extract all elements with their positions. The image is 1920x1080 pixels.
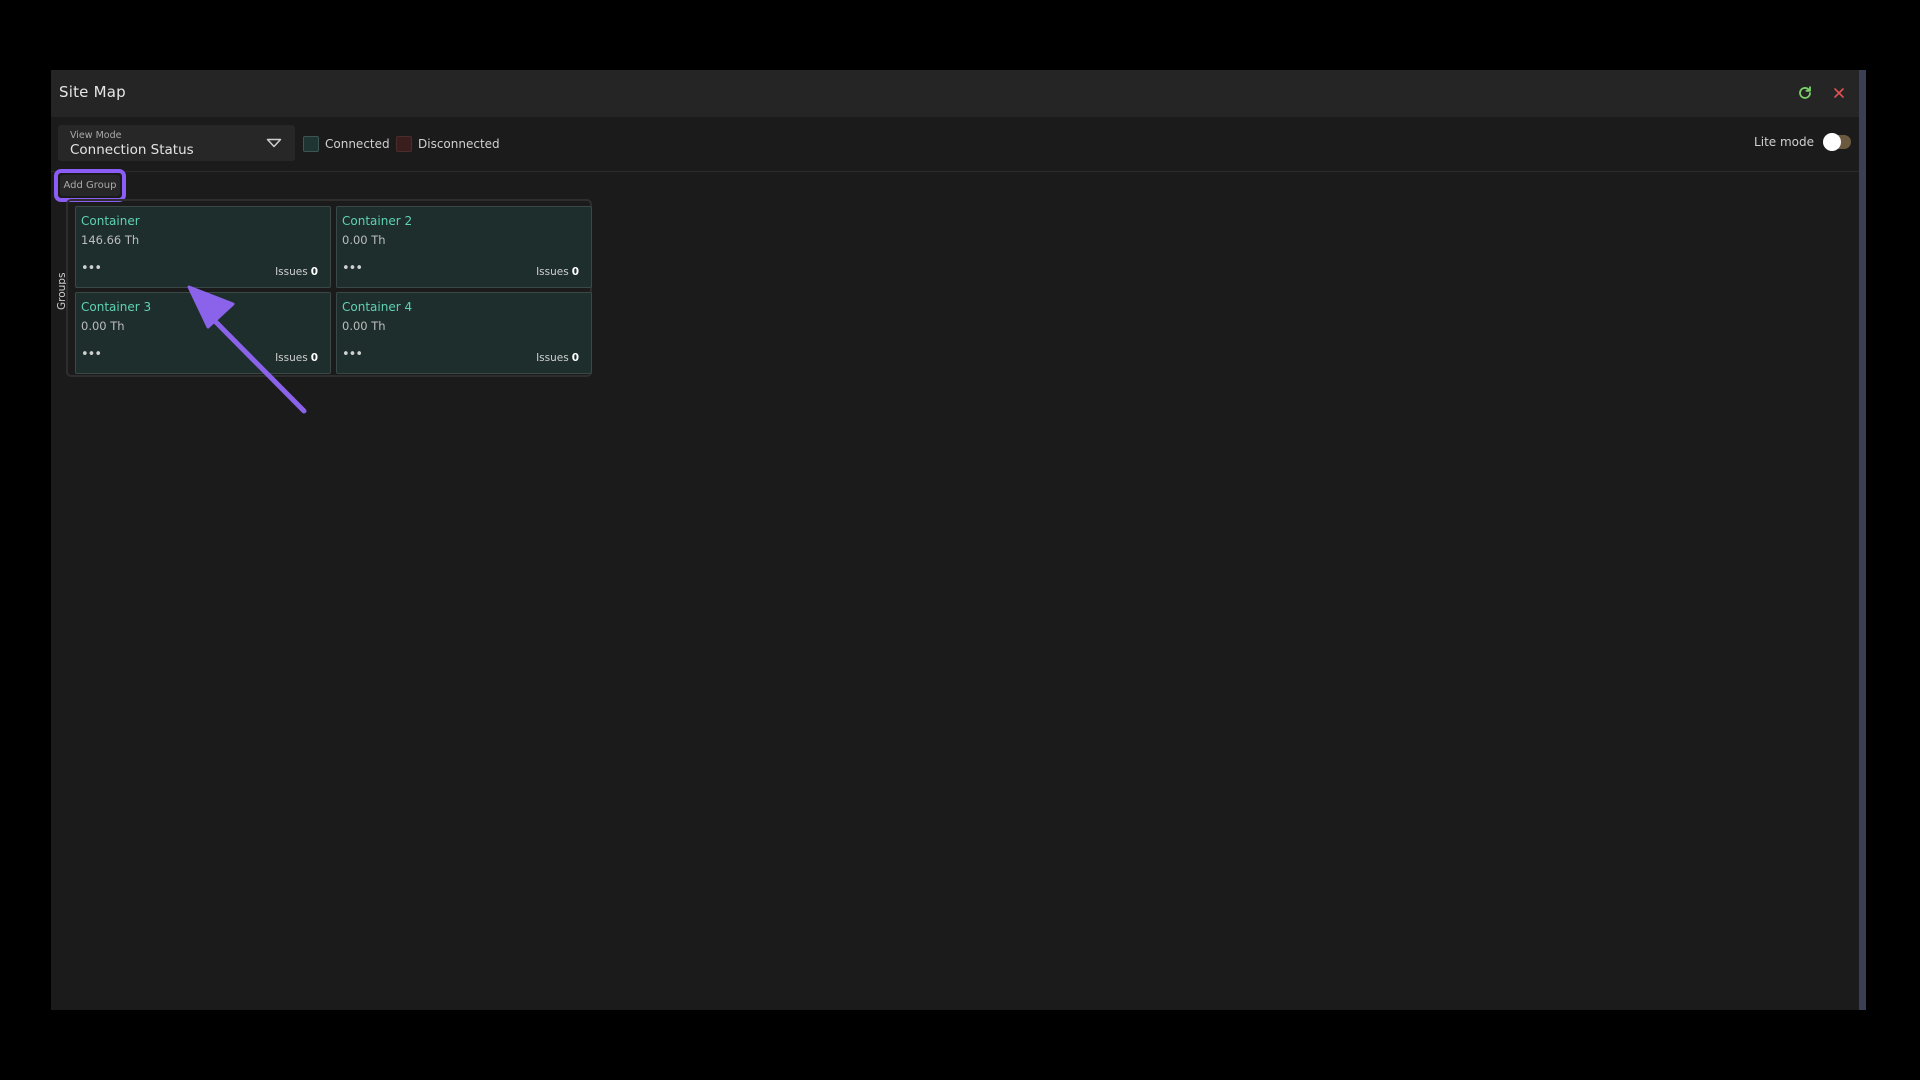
lite-mode-label: Lite mode [1754, 135, 1814, 149]
view-mode-value: Connection Status [70, 142, 194, 158]
container-name[interactable]: Container [81, 214, 140, 228]
groups-panel: Container 146.66 Th ••• Issues 0 Containe… [66, 199, 592, 377]
lite-mode-toggle[interactable] [1823, 133, 1851, 151]
container-hashrate: 0.00 Th [81, 319, 125, 333]
add-group-button[interactable]: Add Group [60, 175, 120, 196]
window-edge [1859, 70, 1866, 1010]
refresh-icon [1799, 86, 1811, 99]
pointer-arrow [187, 285, 307, 414]
container-issues: Issues 0 [536, 266, 579, 278]
refresh-button[interactable] [1794, 82, 1816, 104]
lite-mode-control: Lite mode [1754, 133, 1851, 151]
container-hashrate: 0.00 Th [342, 319, 386, 333]
container-hashrate: 146.66 Th [81, 233, 140, 247]
container-hashrate: 0.00 Th [342, 233, 386, 247]
more-icon[interactable]: ••• [81, 261, 102, 276]
more-icon[interactable]: ••• [342, 347, 363, 362]
more-icon[interactable]: ••• [81, 347, 102, 362]
toggle-knob [1823, 133, 1841, 151]
container-issues: Issues 0 [536, 352, 579, 364]
legend-connected: Connected [303, 136, 390, 152]
container-name[interactable]: Container 3 [81, 300, 151, 314]
title-bar: Site Map [51, 70, 1859, 117]
legend-connected-label: Connected [325, 137, 390, 151]
container-name[interactable]: Container 2 [342, 214, 412, 228]
issues-count: 0 [571, 266, 579, 278]
issues-count: 0 [310, 266, 318, 278]
disconnected-swatch [396, 136, 412, 152]
container-card[interactable]: Container 2 0.00 Th ••• Issues 0 [336, 206, 592, 288]
issues-label: Issues [536, 352, 569, 364]
legend-disconnected: Disconnected [396, 136, 500, 152]
close-button[interactable] [1828, 82, 1850, 104]
toolbar: View Mode Connection Status Connected Di… [51, 117, 1859, 172]
more-icon[interactable]: ••• [342, 261, 363, 276]
issues-count: 0 [571, 352, 579, 364]
legend-disconnected-label: Disconnected [418, 137, 500, 151]
connected-swatch [303, 136, 319, 152]
issues-label: Issues [536, 266, 569, 278]
view-mode-label: View Mode [70, 130, 122, 141]
view-mode-select[interactable]: View Mode Connection Status [58, 125, 295, 161]
close-icon [1834, 88, 1844, 98]
window-title: Site Map [59, 83, 126, 101]
container-name[interactable]: Container 4 [342, 300, 412, 314]
chevron-down-icon [266, 138, 282, 148]
site-map-window: Site Map View Mode Connection Status Con… [51, 70, 1866, 1010]
container-card[interactable]: Container 4 0.00 Th ••• Issues 0 [336, 292, 592, 374]
issues-count: 0 [310, 352, 318, 364]
